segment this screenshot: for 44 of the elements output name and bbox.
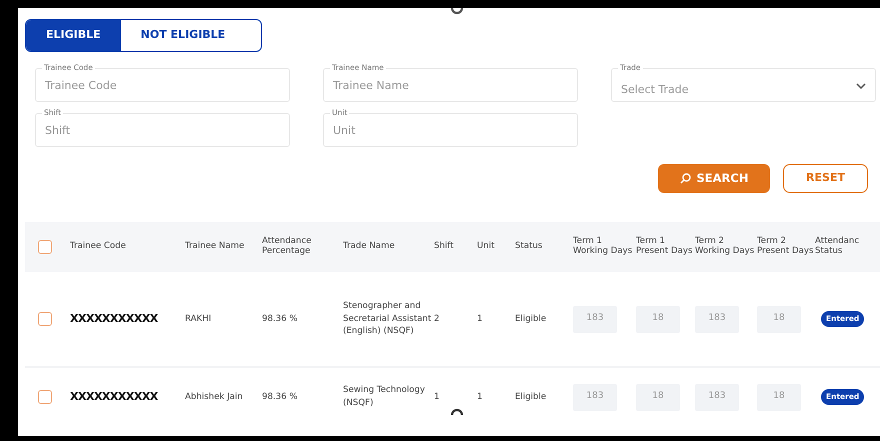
column-header: Unit <box>477 242 496 252</box>
table-cell-text: 1 <box>434 390 440 404</box>
table-cell-text: Sewing Technology (NSQF) <box>343 384 426 410</box>
search-button[interactable]: SEARCH <box>658 164 770 193</box>
days-field[interactable]: 18 <box>757 384 801 410</box>
checkbox[interactable] <box>38 390 52 404</box>
tab[interactable]: ELIGIBLE <box>26 20 121 51</box>
table-cell-text: 98.36 % <box>262 390 298 404</box>
checkbox[interactable] <box>38 312 52 326</box>
checkbox[interactable] <box>38 240 52 254</box>
table-cell-text: 1 <box>477 312 484 326</box>
table-cell-text: RAKHI <box>185 312 212 326</box>
column-header: Attendanc Status <box>815 237 860 257</box>
table-cell-text: Stenographer and Secretarial Assistant (English) (NSQF) <box>343 300 432 338</box>
column-header: Trainee Code <box>70 242 127 252</box>
masked-code: XXXXXXXXXXX <box>70 388 159 405</box>
table-cell-text: 98.36 % <box>262 312 298 326</box>
reset-button[interactable]: RESET <box>783 164 868 193</box>
days-field[interactable]: 183 <box>695 384 739 410</box>
table-cell-text: 1 <box>477 390 484 404</box>
masked-code: XXXXXXXXXXX <box>70 310 159 327</box>
column-header: Term 2 Present Days <box>757 237 814 257</box>
days-field[interactable]: 18 <box>636 306 680 332</box>
table-cell-text: Abhishek Jain <box>185 390 244 404</box>
days-field[interactable]: 18 <box>636 384 680 410</box>
chevron-down-icon <box>856 83 866 89</box>
table-cell-text: 2 <box>434 312 440 326</box>
table-cell-text: Eligible <box>515 312 548 326</box>
column-header: Term 1 Working Days <box>573 237 634 257</box>
days-field[interactable]: 183 <box>573 384 617 410</box>
column-header: Trade Name <box>343 242 396 252</box>
column-header: Shift <box>434 242 455 252</box>
column-header: Status <box>515 242 544 252</box>
search-icon <box>680 173 691 184</box>
days-field[interactable]: 183 <box>695 306 739 332</box>
column-header: Term 2 Working Days <box>695 237 756 257</box>
days-field[interactable]: 183 <box>573 306 617 332</box>
caret-up-icon <box>450 408 464 416</box>
column-header: Attendance Percentage <box>262 237 312 257</box>
column-header: Term 1 Present Days <box>636 237 694 257</box>
days-field[interactable]: 18 <box>757 306 801 332</box>
table-cell-text: Eligible <box>515 390 548 404</box>
column-header: Trainee Name <box>185 242 246 252</box>
ring-icon <box>450 8 464 17</box>
